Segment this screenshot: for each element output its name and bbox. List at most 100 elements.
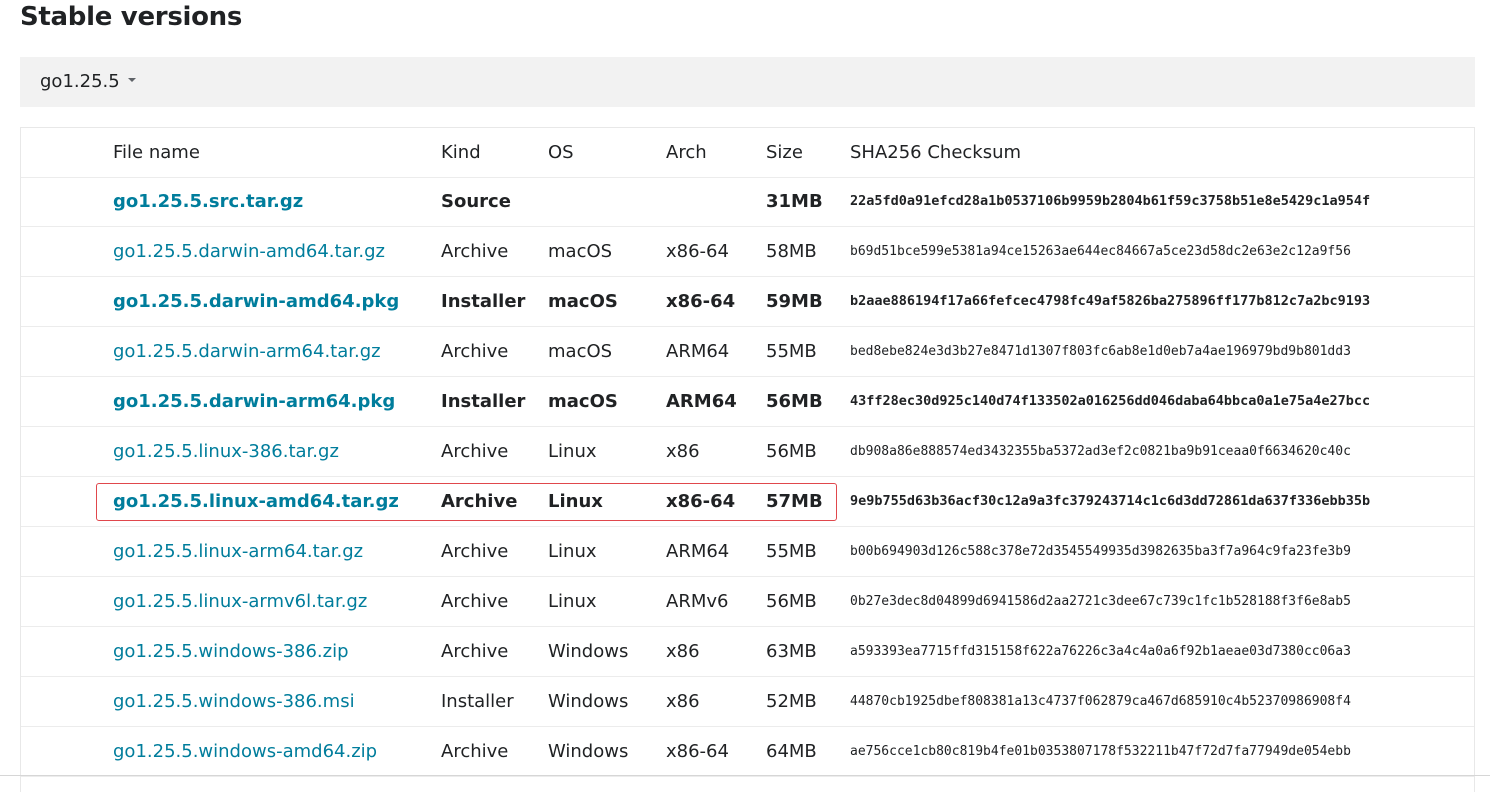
header-os: OS: [548, 142, 574, 163]
file-cell: go1.25.5.darwin-arm64.pkg: [113, 377, 395, 426]
table-row: go1.25.5.linux-386.tar.gz Archive Linux x86…: [21, 427, 1474, 477]
size-cell: 56MB: [766, 441, 817, 462]
file-cell: go1.25.5.linux-amd64.tar.gz: [113, 477, 399, 526]
header-size: Size: [766, 142, 803, 163]
kind-cell: Source: [441, 191, 511, 212]
arch-cell: ARMv6: [666, 591, 729, 612]
file-cell: go1.25.5.darwin-amd64.tar.gz: [113, 227, 385, 276]
os-cell: Windows: [548, 641, 629, 662]
kind-cell: Archive: [441, 741, 509, 762]
file-download-link[interactable]: go1.25.5.linux-armv6l.tar.gz: [113, 591, 367, 612]
kind-cell: Installer: [441, 291, 526, 312]
os-cell: Linux: [548, 541, 597, 562]
table-row: go1.25.5.darwin-amd64.tar.gz Archive macOS…: [21, 227, 1474, 277]
file-download-link[interactable]: go1.25.5.darwin-arm64.pkg: [113, 391, 395, 412]
arch-cell: x86: [666, 691, 700, 712]
kind-cell: Archive: [441, 591, 509, 612]
file-cell: go1.25.5.linux-arm64.tar.gz: [113, 527, 363, 576]
checksum-cell: b00b694903d126c588c378e72d3545549935d398…: [850, 544, 1351, 559]
arch-cell: ARM64: [666, 341, 730, 362]
arch-cell: x86-64: [666, 741, 729, 762]
checksum-cell: a593393ea7715ffd315158f622a76226c3a4c4a0…: [850, 644, 1351, 659]
size-cell: 55MB: [766, 341, 817, 362]
kind-cell: Archive: [441, 541, 509, 562]
file-download-link[interactable]: go1.25.5.darwin-amd64.pkg: [113, 291, 399, 312]
os-cell: Windows: [548, 741, 629, 762]
table-row: go1.25.5.linux-amd64.tar.gz Archive Linux x…: [21, 477, 1474, 527]
arch-cell: x86-64: [666, 291, 736, 312]
file-cell: go1.25.5.windows-amd64.zip: [113, 727, 377, 776]
file-download-link[interactable]: go1.25.5.src.tar.gz: [113, 191, 303, 212]
size-cell: 58MB: [766, 241, 817, 262]
size-cell: 64MB: [766, 741, 817, 762]
table-row: go1.25.5.windows-386.msi Installer Windows…: [21, 677, 1474, 727]
kind-cell: Installer: [441, 391, 526, 412]
file-cell: go1.25.5.darwin-arm64.tar.gz: [113, 327, 381, 376]
file-download-link[interactable]: go1.25.5.windows-amd64.zip: [113, 741, 377, 762]
checksum-cell: b69d51bce599e5381a94ce15263ae644ec84667a…: [850, 244, 1351, 259]
file-cell: go1.25.5.windows-386.zip: [113, 627, 349, 676]
file-download-link[interactable]: go1.25.5.linux-386.tar.gz: [113, 441, 339, 462]
table-row: go1.25.5.darwin-arm64.pkg Installer macOS A…: [21, 377, 1474, 427]
arch-cell: x86: [666, 641, 700, 662]
checksum-cell: b2aae886194f17a66fefcec4798fc49af5826ba2…: [850, 293, 1371, 309]
size-cell: 56MB: [766, 591, 817, 612]
checksum-cell: 9e9b755d63b36acf30c12a9a3fc379243714c1c6…: [850, 493, 1371, 509]
table-row: go1.25.5.src.tar.gz Source 31MB 22a5fd0a91e…: [21, 177, 1474, 227]
version-selector-bar: go1.25.5: [20, 57, 1475, 107]
file-download-link[interactable]: go1.25.5.darwin-arm64.tar.gz: [113, 341, 381, 362]
checksum-cell: 43ff28ec30d925c140d74f133502a016256dd046…: [850, 393, 1371, 409]
size-cell: 56MB: [766, 391, 823, 412]
file-download-link[interactable]: go1.25.5.windows-386.zip: [113, 641, 349, 662]
file-cell: go1.25.5.windows-386.msi: [113, 677, 355, 726]
os-cell: macOS: [548, 241, 613, 262]
file-cell: go1.25.5.darwin-amd64.pkg: [113, 277, 399, 326]
file-download-link[interactable]: go1.25.5.linux-arm64.tar.gz: [113, 541, 363, 562]
size-cell: 55MB: [766, 541, 817, 562]
table-row: go1.25.5.windows-386.zip Archive Windows x8…: [21, 627, 1474, 677]
checksum-cell: 22a5fd0a91efcd28a1b0537106b9959b2804b61f…: [850, 193, 1371, 209]
kind-cell: Archive: [441, 441, 509, 462]
checksum-cell: bed8ebe824e3d3b27e8471d1307f803fc6ab8e1d…: [850, 344, 1351, 359]
size-cell: 63MB: [766, 641, 817, 662]
checksum-cell: 44870cb1925dbef808381a13c4737f062879ca46…: [850, 694, 1351, 709]
os-cell: Linux: [548, 441, 597, 462]
kind-cell: Archive: [441, 641, 509, 662]
table-row: go1.25.5.linux-arm64.tar.gz Archive Linux A…: [21, 527, 1474, 577]
arch-cell: x86-64: [666, 241, 729, 262]
size-cell: 59MB: [766, 291, 823, 312]
kind-cell: Archive: [441, 241, 509, 262]
header-arch: Arch: [666, 142, 707, 163]
size-cell: 31MB: [766, 191, 823, 212]
arch-cell: x86-64: [666, 491, 736, 512]
bottom-divider: [0, 775, 1490, 776]
table-row: go1.25.5.darwin-arm64.tar.gz Archive macOS…: [21, 327, 1474, 377]
downloads-table: File name Kind OS Arch Size SHA256 Check…: [20, 127, 1475, 792]
table-header-row: File name Kind OS Arch Size SHA256 Check…: [21, 128, 1474, 178]
os-cell: macOS: [548, 291, 618, 312]
header-file-name: File name: [113, 142, 200, 163]
file-cell: go1.25.5.linux-armv6l.tar.gz: [113, 577, 367, 626]
os-cell: macOS: [548, 341, 613, 362]
header-kind: Kind: [441, 142, 481, 163]
file-cell: go1.25.5.linux-386.tar.gz: [113, 427, 339, 476]
arch-cell: ARM64: [666, 391, 737, 412]
caret-down-icon: [127, 78, 136, 82]
arch-cell: x86: [666, 441, 700, 462]
checksum-cell: db908a86e888574ed3432355ba5372ad3ef2c082…: [850, 444, 1351, 459]
arch-cell: ARM64: [666, 541, 730, 562]
os-cell: macOS: [548, 391, 618, 412]
checksum-cell: 0b27e3dec8d04899d6941586d2aa2721c3dee67c…: [850, 594, 1351, 609]
size-cell: 57MB: [766, 491, 823, 512]
version-dropdown-toggle[interactable]: go1.25.5: [40, 71, 136, 92]
kind-cell: Installer: [441, 691, 514, 712]
version-label: go1.25.5: [40, 71, 120, 92]
file-download-link[interactable]: go1.25.5.linux-amd64.tar.gz: [113, 491, 399, 512]
table-row: go1.25.5.darwin-amd64.pkg Installer macOS x…: [21, 277, 1474, 327]
file-download-link[interactable]: go1.25.5.windows-386.msi: [113, 691, 355, 712]
file-download-link[interactable]: go1.25.5.darwin-amd64.tar.gz: [113, 241, 385, 262]
kind-cell: Archive: [441, 341, 509, 362]
os-cell: Windows: [548, 691, 629, 712]
header-checksum: SHA256 Checksum: [850, 142, 1022, 163]
checksum-cell: ae756cce1cb80c819b4fe01b0353807178f53221…: [850, 744, 1351, 759]
